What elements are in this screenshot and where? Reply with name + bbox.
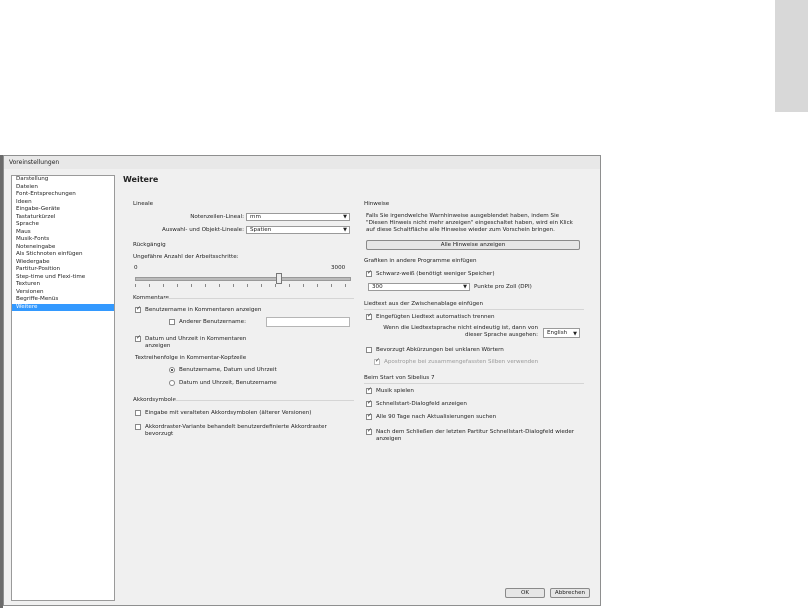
sidebar-item[interactable]: Partitur-Position	[12, 266, 114, 274]
user-defined-chord-label: Akkordraster-Variante behandelt benutzer…	[145, 424, 327, 437]
play-music-checkbox[interactable]	[366, 386, 372, 394]
section-divider	[364, 383, 584, 384]
old-chord-input-label: Eingabe mit veralteten Akkordsymbolen (ä…	[145, 410, 312, 416]
order-option-1: Benutzername, Datum und Uhrzeit	[179, 367, 277, 373]
hinweise-text: Falls Sie irgendwelche Warnhinweise ausg…	[366, 213, 573, 233]
sidebar-item[interactable]: Font-Entsprechungen	[12, 191, 114, 199]
dpi-value: 300	[372, 284, 383, 290]
section-divider	[364, 309, 584, 310]
sidebar-item[interactable]: Texturen	[12, 281, 114, 289]
cancel-button[interactable]: Abbrechen	[550, 588, 590, 598]
updates-checkbox[interactable]	[366, 412, 372, 420]
old-chord-input-checkbox[interactable]	[135, 410, 141, 416]
page-title: Weitere	[123, 175, 159, 184]
show-username-checkbox[interactable]	[135, 305, 141, 313]
user-defined-chord-checkbox[interactable]	[135, 424, 141, 430]
lyrics-language-label: Wenn die Liedtextsprache nicht eindeutig…	[383, 325, 538, 338]
lyrics-language-value: English	[547, 330, 568, 336]
auto-split-label: Eingefügten Liedtext automatisch trennen	[376, 314, 495, 320]
apostrophe-label: Apostrophe bei zusammengefassten Silben …	[384, 359, 539, 365]
show-username-label: Benutzername in Kommentaren anzeigen	[145, 307, 262, 313]
sidebar-item[interactable]: Begriffe-Menüs	[12, 296, 114, 304]
sidebar-item[interactable]: Wiedergabe	[12, 259, 114, 267]
ok-button[interactable]: OK	[505, 588, 545, 598]
notenzeilen-label: Notenzeilen-Lineal:	[190, 214, 244, 220]
other-username-input[interactable]	[266, 317, 350, 327]
grafiken-heading: Grafiken in andere Programme einfügen	[364, 258, 477, 264]
sidebar-item[interactable]: Step-time und Flexi-time	[12, 274, 114, 282]
sidebar-item[interactable]: Eingabe-Geräte	[12, 206, 114, 214]
sidebar-item[interactable]: Darstellung	[12, 176, 114, 184]
play-music-label: Musik spielen	[376, 388, 414, 394]
sidebar-item[interactable]: Ideen	[12, 199, 114, 207]
rueckgaengig-heading: Rückgängig	[133, 242, 166, 248]
dpi-label: Punkte pro Zoll (DPI)	[474, 284, 532, 290]
sidebar-item[interactable]: Sprache	[12, 221, 114, 229]
prefer-abbr-label: Bevorzugt Abkürzungen bei unklaren Wörte…	[376, 347, 504, 353]
slider-ticks	[135, 284, 349, 287]
datetime-label: Datum und Uhrzeit in Kommentaren anzeige…	[145, 336, 247, 349]
auto-split-checkbox[interactable]	[366, 312, 372, 320]
dpi-select[interactable]: 300 ▼	[368, 283, 470, 291]
sidebar-item[interactable]: Weitere	[12, 303, 114, 311]
slider-min-label: 0	[134, 265, 138, 271]
lineale-heading: Lineale	[133, 201, 154, 207]
order-radio-1[interactable]	[169, 367, 175, 373]
preferences-dialog: Voreinstellungen Darstellung Dateien Font-…	[3, 155, 601, 606]
updates-label: Alle 90 Tage nach Aktualisierungen suche…	[376, 414, 497, 420]
chevron-down-icon: ▼	[463, 284, 467, 290]
section-divider	[174, 400, 354, 401]
sidebar-item[interactable]: Versionen	[12, 289, 114, 297]
bw-label: Schwarz-weiß (benötigt weniger Speicher)	[376, 271, 495, 277]
dialog-title: Voreinstellungen	[9, 159, 60, 166]
sidebar-item[interactable]: Maus	[12, 229, 114, 237]
notenzeilen-value: mm	[250, 214, 261, 220]
category-list[interactable]: Darstellung Dateien Font-Entsprechungen Ide…	[11, 175, 115, 601]
chevron-down-icon: ▼	[343, 227, 347, 233]
chevron-down-icon: ▼	[343, 214, 347, 220]
datetime-checkbox[interactable]	[135, 334, 141, 342]
notenzeilen-select[interactable]: mm ▼	[246, 213, 350, 221]
auswahl-select[interactable]: Spatien ▼	[246, 226, 350, 234]
undo-slider-track[interactable]	[135, 277, 351, 281]
akkordsymbole-heading: Akkordsymbole	[133, 397, 176, 403]
side-panel-tab	[775, 0, 808, 112]
quickstart-checkbox[interactable]	[366, 399, 372, 407]
quickstart-label: Schnellstart-Dialogfeld anzeigen	[376, 401, 467, 407]
reopen-quickstart-label: Nach dem Schließen der letzten Partitur …	[376, 429, 575, 442]
start-heading: Beim Start von Sibelius 7	[364, 375, 435, 381]
sidebar-item[interactable]: Noteneingabe	[12, 244, 114, 252]
order-radio-2[interactable]	[169, 380, 175, 386]
bw-checkbox[interactable]	[366, 269, 372, 277]
sidebar-item[interactable]: Tastaturkürzel	[12, 214, 114, 222]
liedtext-heading: Liedtext aus der Zwischenablage einfügen	[364, 301, 484, 307]
order-heading: Textreihenfolge in Kommentar-Kopfzeile	[135, 355, 247, 361]
show-all-hints-button[interactable]: Alle Hinweise anzeigen	[366, 240, 580, 250]
auswahl-label: Auswahl- und Objekt-Lineale:	[162, 227, 244, 233]
apostrophe-checkbox[interactable]	[374, 357, 380, 365]
auswahl-value: Spatien	[250, 227, 272, 233]
sidebar-item[interactable]: Als Stichnoten einfügen	[12, 251, 114, 259]
preferences-dialog-wrapper: Voreinstellungen Darstellung Dateien Font-…	[0, 155, 601, 608]
sidebar-item[interactable]: Dateien	[12, 184, 114, 192]
undo-steps-label: Ungefähre Anzahl der Arbeitsschritte:	[133, 254, 239, 260]
prefer-abbr-checkbox[interactable]	[366, 347, 372, 353]
hinweise-heading: Hinweise	[364, 201, 390, 207]
dialog-titlebar[interactable]: Voreinstellungen	[4, 156, 600, 169]
lyrics-language-select[interactable]: English ▼	[543, 328, 580, 338]
other-username-label: Anderer Benutzername:	[179, 319, 246, 325]
undo-slider-thumb[interactable]	[275, 273, 282, 284]
other-username-checkbox[interactable]	[169, 319, 175, 325]
order-option-2: Datum und Uhrzeit, Benutzername	[179, 380, 277, 386]
reopen-quickstart-checkbox[interactable]	[366, 427, 372, 435]
section-divider	[164, 298, 354, 299]
sidebar-item[interactable]: Musik-Fonts	[12, 236, 114, 244]
slider-max-label: 3000	[331, 265, 346, 271]
chevron-down-icon: ▼	[573, 331, 577, 337]
